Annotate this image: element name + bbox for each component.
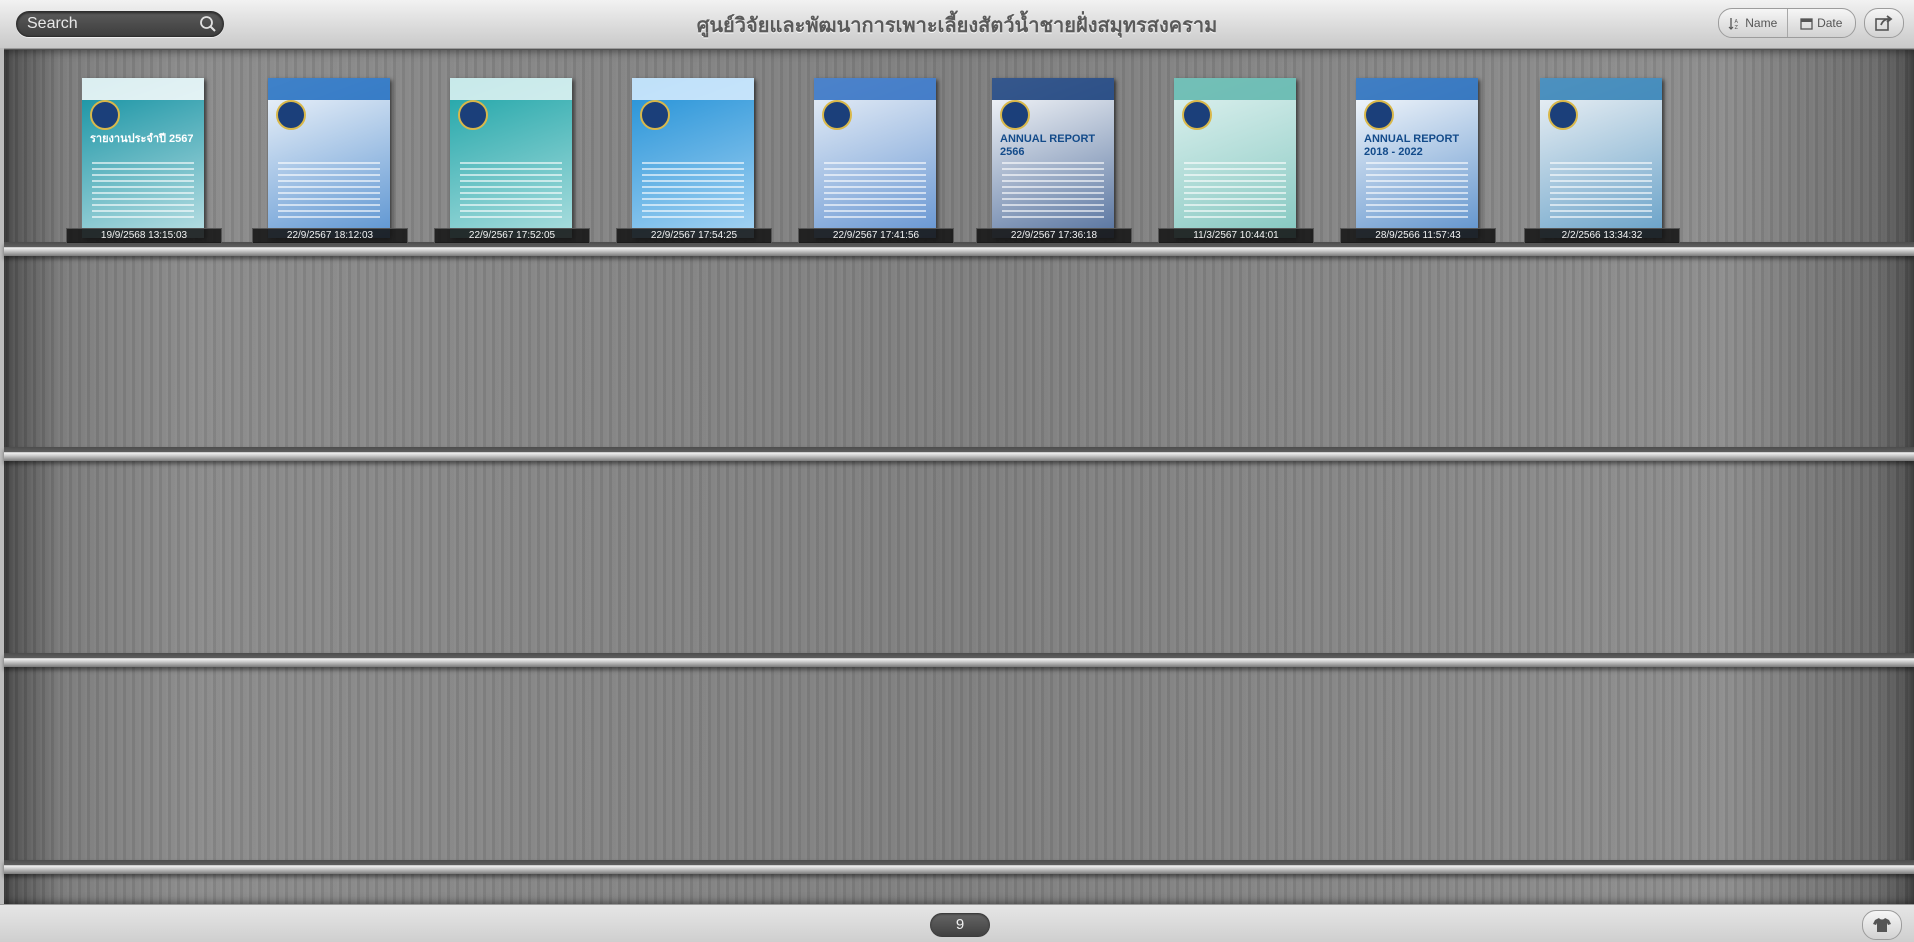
sort-by-name-label: Name <box>1745 16 1778 30</box>
sort-by-name-button[interactable]: A Z Name <box>1719 9 1787 37</box>
emblem-icon <box>1364 100 1394 130</box>
book-count-badge: 9 <box>930 913 990 937</box>
book-cover[interactable] <box>632 78 754 238</box>
cover-text-lines <box>1002 162 1104 222</box>
cover-text-lines <box>642 162 744 222</box>
book-date-label: 19/9/2568 13:15:03 <box>66 228 222 244</box>
cover-header-band <box>1356 78 1478 100</box>
search-input[interactable] <box>27 14 197 34</box>
emblem-icon <box>1182 100 1212 130</box>
cover-text-lines <box>824 162 926 222</box>
emblem-icon <box>1548 100 1578 130</box>
book-date-label: 22/9/2567 17:36:18 <box>976 228 1132 244</box>
theme-button[interactable] <box>1862 910 1902 940</box>
book-cover[interactable] <box>1174 78 1296 238</box>
book-cover[interactable] <box>268 78 390 238</box>
cover-header-band <box>814 78 936 100</box>
cover-title: รายงานประจำปี 2567 <box>90 133 194 145</box>
cover-header-band <box>1174 78 1296 100</box>
cover-text-lines <box>278 162 380 222</box>
cover-text-lines <box>92 162 194 222</box>
cover-header-band <box>450 78 572 100</box>
sort-alpha-icon: A Z <box>1728 17 1739 30</box>
top-toolbar: ศูนย์วิจัยและพัฒนาการเพาะเลี้ยงสัตว์น้ำช… <box>0 0 1914 49</box>
book-date-label: 11/3/2567 10:44:01 <box>1158 228 1314 244</box>
book-date-label: 22/9/2567 18:12:03 <box>252 228 408 244</box>
search-icon[interactable] <box>199 15 217 33</box>
book-date-label: 22/9/2567 17:54:25 <box>616 228 772 244</box>
shelf-plank <box>4 447 1914 461</box>
book-date-label: 28/9/2566 11:57:43 <box>1340 228 1496 244</box>
emblem-icon <box>822 100 852 130</box>
search-box[interactable] <box>16 11 224 37</box>
shelf-plank <box>4 653 1914 667</box>
cover-text-lines <box>1550 162 1652 222</box>
book-date-label: 22/9/2567 17:41:56 <box>798 228 954 244</box>
book-date-label: 22/9/2567 17:52:05 <box>434 228 590 244</box>
emblem-icon <box>1000 100 1030 130</box>
cover-header-band <box>1540 78 1662 100</box>
book-cover[interactable]: ANNUAL REPORT 2018 - 2022 <box>1356 78 1478 238</box>
cover-title: ANNUAL REPORT 2566 <box>1000 133 1096 158</box>
cover-header-band <box>992 78 1114 100</box>
shelf-plank <box>4 242 1914 256</box>
cover-text-lines <box>1366 162 1468 222</box>
share-button[interactable] <box>1864 8 1904 38</box>
cover-header-band <box>268 78 390 100</box>
emblem-icon <box>458 100 488 130</box>
shelf-plank <box>4 860 1914 874</box>
book-cover[interactable] <box>814 78 936 238</box>
book-date-label: 2/2/2566 13:34:32 <box>1524 228 1680 244</box>
shirt-icon <box>1873 918 1891 932</box>
page-title: ศูนย์วิจัยและพัฒนาการเพาะเลี้ยงสัตว์น้ำช… <box>696 15 1218 37</box>
book-cover[interactable]: รายงานประจำปี 2567 <box>82 78 204 238</box>
cover-header-band <box>632 78 754 100</box>
calendar-icon <box>1800 17 1813 30</box>
cover-text-lines <box>1184 162 1286 222</box>
emblem-icon <box>276 100 306 130</box>
book-cover[interactable] <box>450 78 572 238</box>
share-icon <box>1875 15 1893 31</box>
sort-toggle-group: A Z Name Date <box>1718 8 1856 38</box>
bottom-toolbar: 9 <box>0 904 1914 942</box>
cover-text-lines <box>460 162 562 222</box>
svg-text:Z: Z <box>1735 25 1739 30</box>
book-cover[interactable] <box>1540 78 1662 238</box>
emblem-icon <box>90 100 120 130</box>
book-cover[interactable]: ANNUAL REPORT 2566 <box>992 78 1114 238</box>
emblem-icon <box>640 100 670 130</box>
sort-by-date-button[interactable]: Date <box>1786 9 1856 37</box>
sort-by-date-label: Date <box>1817 16 1843 30</box>
cover-title: ANNUAL REPORT 2018 - 2022 <box>1364 133 1460 158</box>
cover-header-band <box>82 78 204 100</box>
